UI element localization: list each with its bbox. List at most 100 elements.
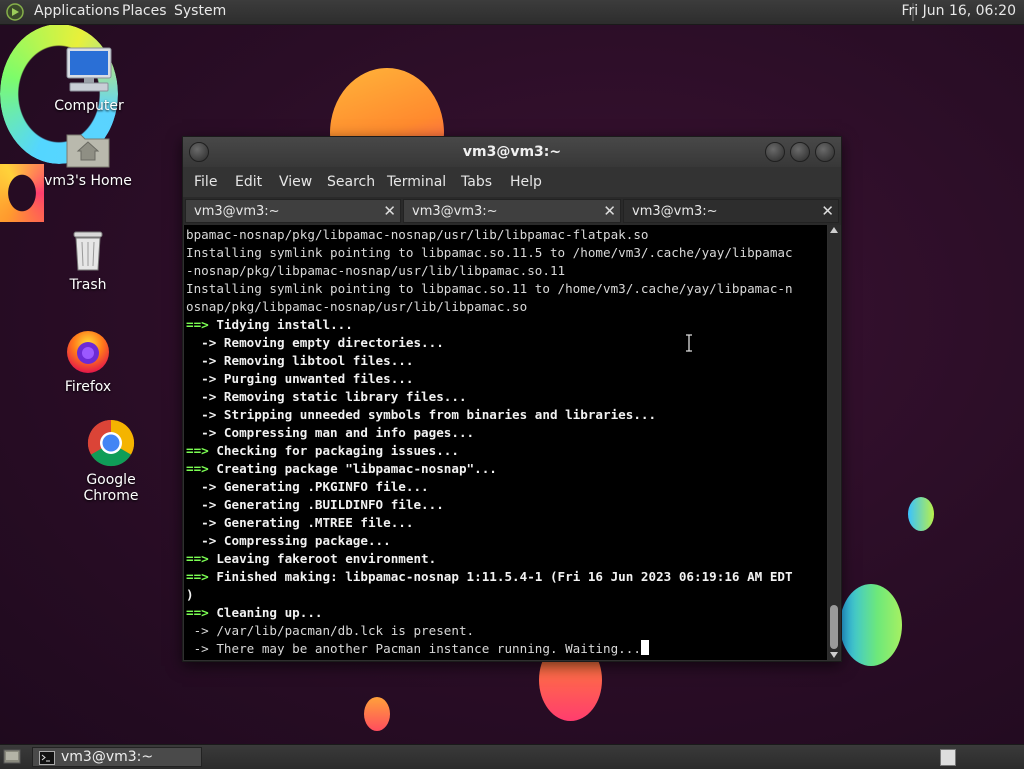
terminal-line: -> There may be another Pacman instance …	[186, 640, 793, 658]
terminal-line-text: -> Removing static library files...	[186, 389, 467, 404]
scroll-down-arrow-icon[interactable]	[830, 652, 838, 658]
terminal-line: -> Compressing package...	[186, 532, 793, 550]
tab-label: vm3@vm3:~	[632, 204, 718, 219]
terminal-line: bpamac-nosnap/pkg/libpamac-nosnap/usr/li…	[186, 226, 793, 244]
terminal-line: Installing symlink pointing to libpamac.…	[186, 280, 793, 298]
terminal-line: ==> Tidying install...	[186, 316, 793, 334]
tab-close-icon[interactable]: ✕	[821, 202, 834, 220]
terminal-line-text: -> Generating .PKGINFO file...	[186, 479, 429, 494]
desktop-icon-chrome[interactable]: Google Chrome	[61, 418, 161, 504]
menu-terminal[interactable]: Terminal	[387, 174, 446, 190]
terminal-line-prefix: ==>	[186, 551, 209, 566]
desktop-icon-computer[interactable]: Computer	[39, 46, 139, 114]
terminal-line: -> Generating .PKGINFO file...	[186, 478, 793, 496]
menu-tabs[interactable]: Tabs	[461, 174, 492, 190]
terminal-line-text: Leaving fakeroot environment.	[208, 551, 437, 566]
clock[interactable]: Fri Jun 16, 06:20	[901, 3, 1016, 19]
tab-1[interactable]: vm3@vm3:~ ✕	[185, 199, 401, 223]
terminal-line: ==> Finished making: libpamac-nosnap 1:1…	[186, 568, 793, 586]
terminal-line: Installing symlink pointing to libpamac.…	[186, 244, 793, 262]
terminal-scrollbar[interactable]	[828, 225, 840, 660]
terminal-output[interactable]: bpamac-nosnap/pkg/libpamac-nosnap/usr/li…	[184, 225, 827, 660]
tab-label: vm3@vm3:~	[412, 204, 498, 219]
desktop-icon-label: Firefox	[64, 379, 112, 395]
desktop-icon-label: Google Chrome	[83, 472, 139, 504]
terminal-line-prefix: ==>	[186, 461, 209, 476]
terminal-line-text: osnap/pkg/libpamac-nosnap/usr/lib/libpam…	[186, 299, 528, 314]
terminal-line: -> Removing static library files...	[186, 388, 793, 406]
terminal-line: ==> Leaving fakeroot environment.	[186, 550, 793, 568]
terminal-line-text: -> Removing libtool files...	[186, 353, 414, 368]
applications-menu[interactable]: Applications	[34, 3, 120, 19]
terminal-line-text: Installing symlink pointing to libpamac.…	[186, 281, 793, 296]
terminal-line-text: -> Compressing man and info pages...	[186, 425, 475, 440]
terminal-line-text: -> Stripping unneeded symbols from binar…	[186, 407, 657, 422]
mate-logo-icon[interactable]	[6, 3, 24, 21]
terminal-cursor	[640, 640, 649, 655]
terminal-line-text: -nosnap/pkg/libpamac-nosnap/usr/lib/libp…	[186, 263, 566, 278]
terminal-line: -> Removing libtool files...	[186, 352, 793, 370]
desktop-icon-label: vm3's Home	[44, 173, 132, 189]
terminal-line: )	[186, 586, 793, 604]
terminal-tabbar: vm3@vm3:~ ✕ vm3@vm3:~ ✕ vm3@vm3:~ ✕	[183, 197, 841, 225]
computer-icon	[66, 47, 112, 92]
terminal-line: -> Compressing man and info pages...	[186, 424, 793, 442]
terminal-lines: bpamac-nosnap/pkg/libpamac-nosnap/usr/li…	[186, 226, 793, 658]
desktop-icon-trash[interactable]: Trash	[38, 229, 138, 293]
taskbar-item-terminal[interactable]: vm3@vm3:~	[32, 747, 202, 767]
terminal-line: -> Removing empty directories...	[186, 334, 793, 352]
terminal-line: -> /var/lib/pacman/db.lck is present.	[186, 622, 793, 640]
tab-2[interactable]: vm3@vm3:~ ✕	[403, 199, 621, 223]
terminal-line: ==> Checking for packaging issues...	[186, 442, 793, 460]
scroll-up-arrow-icon[interactable]	[830, 227, 838, 233]
minimize-button[interactable]	[765, 142, 785, 162]
desktop-icon-home[interactable]: vm3's Home	[38, 129, 138, 189]
terminal-icon	[39, 751, 55, 765]
tab-close-icon[interactable]: ✕	[383, 202, 396, 220]
chrome-icon	[87, 419, 135, 467]
terminal-line: ==> Cleaning up...	[186, 604, 793, 622]
tab-3-active[interactable]: vm3@vm3:~ ✕	[623, 199, 839, 223]
terminal-line: osnap/pkg/libpamac-nosnap/usr/lib/libpam…	[186, 298, 793, 316]
system-menu[interactable]: System	[174, 3, 226, 19]
menu-view[interactable]: View	[279, 174, 312, 190]
desktop-icon-firefox[interactable]: Firefox	[38, 327, 138, 395]
terminal-line-text: bpamac-nosnap/pkg/libpamac-nosnap/usr/li…	[186, 227, 649, 242]
ibeam-cursor-icon	[686, 334, 692, 352]
tab-close-icon[interactable]: ✕	[603, 202, 616, 220]
top-panel: Applications Places System Fri Jun 16, 0…	[0, 0, 1024, 25]
wallpaper-blue-small-blob	[908, 497, 934, 531]
menu-search[interactable]: Search	[327, 174, 375, 190]
terminal-line: ==> Creating package "libpamac-nosnap"..…	[186, 460, 793, 478]
menu-file[interactable]: File	[194, 174, 217, 190]
places-menu[interactable]: Places	[122, 3, 167, 19]
home-folder-icon	[66, 134, 110, 168]
workspace-switcher[interactable]	[940, 749, 956, 766]
terminal-line-text: -> Compressing package...	[186, 533, 391, 548]
scroll-thumb[interactable]	[830, 605, 838, 649]
terminal-line: -nosnap/pkg/libpamac-nosnap/usr/lib/libp…	[186, 262, 793, 280]
desktop-icon-label: Trash	[69, 277, 107, 293]
close-button[interactable]	[815, 142, 835, 162]
show-desktop-icon[interactable]	[3, 748, 21, 765]
terminal-line-prefix: ==>	[186, 317, 209, 332]
terminal-line: -> Generating .MTREE file...	[186, 514, 793, 532]
maximize-button[interactable]	[790, 142, 810, 162]
terminal-line-text: Creating package "libpamac-nosnap"...	[208, 461, 497, 476]
terminal-line-text: -> Generating .MTREE file...	[186, 515, 414, 530]
window-title: vm3@vm3:~	[462, 144, 562, 160]
menu-edit[interactable]: Edit	[235, 174, 262, 190]
window-titlebar[interactable]: vm3@vm3:~	[183, 137, 841, 167]
firefox-icon	[67, 331, 109, 373]
desktop-icon-label: Computer	[54, 98, 124, 114]
terminal-line-text: Finished making: libpamac-nosnap 1:11.5.…	[208, 569, 793, 584]
terminal-line-text: Installing symlink pointing to libpamac.…	[186, 245, 793, 260]
menu-help[interactable]: Help	[510, 174, 542, 190]
terminal-menubar: File Edit View Search Terminal Tabs Help	[183, 167, 841, 197]
terminal-line-text: Cleaning up...	[208, 605, 323, 620]
wallpaper-blue-blob	[840, 584, 902, 666]
terminal-line-text: Checking for packaging issues...	[208, 443, 459, 458]
terminal-window[interactable]: vm3@vm3:~ File Edit View Search Terminal…	[182, 136, 842, 662]
wallpaper-orange-tiny-blob	[364, 697, 390, 731]
taskbar-item-label: vm3@vm3:~	[61, 749, 154, 765]
